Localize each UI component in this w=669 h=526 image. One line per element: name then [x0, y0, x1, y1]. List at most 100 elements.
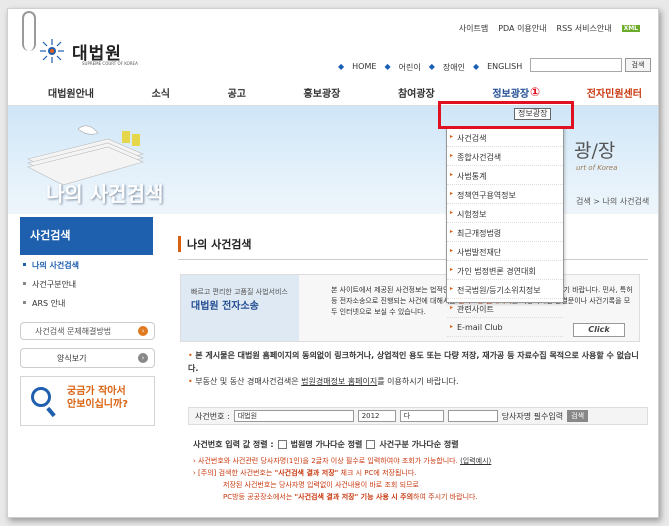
left-sidebar: 사건검색 나의 사건검색 사건구분안내 ARS 안내 사건검색 문제해결방법 ›…	[20, 217, 155, 426]
auction-link[interactable]: 법원경매정보 홈페이지	[301, 377, 377, 386]
nav-news[interactable]: 소식	[152, 85, 170, 105]
caution-keyword-3: "사건검색 결과 저장" 기능 사용 시 주의	[294, 493, 414, 501]
troubleshoot-label: 사건검색 문제해결방법	[35, 327, 112, 336]
case-search-button[interactable]: 검색	[567, 410, 589, 422]
search-input[interactable]	[530, 58, 622, 72]
e-litigation-promo[interactable]: 빠르고 편리한 고품질 사법서비스 대법원 전자소송	[181, 275, 299, 341]
breadcrumb: 검색 > 나의 사건검색	[576, 197, 650, 206]
court-select[interactable]: 대법원	[233, 410, 354, 422]
topnav-disabled[interactable]: 장애인	[443, 62, 465, 73]
court-emblem-icon	[40, 39, 64, 63]
caution-text-3b: 하여 주시기 바랍니다.	[413, 493, 478, 501]
magnifier-icon	[31, 387, 51, 407]
pda-link[interactable]: PDA 이용안내	[498, 23, 546, 34]
sort-type-checkbox[interactable]	[366, 440, 376, 449]
forms-label: 양식보기	[57, 354, 87, 363]
topnav-kids[interactable]: 어린이	[399, 62, 421, 73]
banner-title: 광/장	[574, 140, 616, 162]
sidebar-item-ars[interactable]: ARS 안내	[20, 293, 153, 312]
click-button[interactable]: Click	[573, 323, 625, 337]
banner-label: 나의 사건검색	[46, 182, 164, 206]
notice-copyright: • 본 게시물은 대법원 홈페이지의 동의없이 링크하거나, 상업적인 용도 또…	[188, 351, 639, 373]
sitemap-link[interactable]: 사이트맵	[459, 23, 488, 34]
caution-keyword-1: "사건검색 결과 저장"	[274, 469, 339, 477]
forms-button[interactable]: 양식보기 ›	[20, 348, 155, 368]
input-requirement-text: 사건번호와 사건관련 당사자명(1인)을 2글자 이상 필수로 입력하여야 조회…	[198, 457, 461, 465]
nav-participation[interactable]: 참여광장	[398, 85, 435, 105]
bullet-icon: ◆	[428, 62, 435, 71]
dropdown-item-foundation[interactable]: 사법발전재단	[447, 242, 563, 261]
help-line-2: 안보이십니까?	[67, 399, 129, 410]
nav-e-civil[interactable]: 전자민원센터	[587, 85, 642, 105]
caution-line-3: PC방등 공공장소에서는 "사건검색 결과 저장" 기능 사용 시 주의하여 주…	[193, 491, 643, 503]
bullet-icon: ◆	[338, 62, 345, 71]
notice-copyright-text: 본 게시물은 대법원 홈페이지의 동의없이 링크하거나, 상업적인 용도 또는 …	[188, 351, 639, 373]
sort-label: 사건번호 입력 값 정렬 :	[193, 440, 274, 449]
dropdown-item-locations[interactable]: 전국법원/등기소위치정보	[447, 280, 563, 299]
sort-court-checkbox[interactable]	[277, 440, 287, 449]
case-number-label: 사건번호 :	[195, 411, 230, 421]
browser-frame: 사이트맵 PDA 이용안내 RSS 서비스안내 XML 대법원 SUPREME …	[7, 8, 659, 518]
sort-court-label: 법원명 가나다순 정렬	[290, 440, 363, 449]
sidebar-item-case-type[interactable]: 사건구분안내	[20, 274, 153, 293]
topnav-home[interactable]: HOME	[352, 62, 376, 73]
highlight-box	[438, 101, 574, 129]
year-select[interactable]: 2012	[357, 410, 396, 422]
case-type-select[interactable]: 다	[399, 410, 444, 422]
step-marker: ①	[530, 85, 541, 99]
title-divider	[178, 259, 648, 260]
caution-text-1: 검색한 사건번호는	[218, 469, 275, 477]
dropdown-item-exam-info[interactable]: 시험정보	[447, 204, 563, 223]
notice-auction-tail: 를 이용하시기 바랍니다.	[377, 377, 459, 386]
topnav-english[interactable]: ENGLISH	[487, 62, 522, 73]
sort-options: 사건번호 입력 값 정렬 : 법원명 가나다순 정렬 사건구분 가나다순 정렬	[193, 439, 459, 450]
e-litigation-banner: 빠르고 편리한 고품질 사법서비스 대법원 전자소송 본 사이트에서 제공된 사…	[180, 274, 640, 342]
dropdown-item-case-search[interactable]: 사건검색	[447, 128, 563, 147]
site-logo[interactable]: 대법원 SUPREME COURT OF KOREA	[38, 37, 138, 66]
tooltip: 정보광장	[514, 108, 552, 120]
info-plaza-dropdown: 사건검색 종합사건검색 사법통계 정책연구용역정보 시험정보 최근개정법령 사법…	[446, 127, 564, 337]
dropdown-item-related-sites[interactable]: 관련사이트	[447, 299, 563, 318]
sidebar-item-my-case[interactable]: 나의 사건검색	[20, 255, 153, 274]
case-search-form: 사건번호 : 대법원 2012 다 당사자명 필수입력 검색	[188, 407, 648, 425]
arrow-right-icon: ›	[138, 353, 148, 363]
notice-auction-text: 부동산 및 동산 경매사건검색은	[195, 377, 302, 386]
caution-text-3: PC방등 공공장소에서는	[223, 493, 295, 501]
dropdown-item-statistics[interactable]: 사법통계	[447, 166, 563, 185]
dropdown-item-policy-research[interactable]: 정책연구용역정보	[447, 185, 563, 204]
dropdown-item-email-club[interactable]: E-mail Club	[447, 318, 563, 337]
party-name-label: 당사자명 필수입력	[501, 411, 564, 421]
input-requirement: › 사건번호와 사건관련 당사자명(1인)을 2글자 이상 필수로 입력하여야 …	[193, 457, 492, 465]
help-text: 궁금가 작아서 안보이십니까?	[67, 385, 128, 411]
rss-link[interactable]: RSS 서비스안내	[557, 23, 612, 34]
logo-title: 대법원	[72, 43, 122, 64]
caution-line-1: › [주의] 검색한 사건번호는 "사건검색 결과 저장" 체크 시 PC에 저…	[193, 469, 417, 477]
help-line-1: 궁금가 작아서	[67, 386, 126, 397]
sort-type-label: 사건구분 가나다순 정렬	[379, 440, 459, 449]
dropdown-item-moot-court[interactable]: 가인 법정변론 경연대회	[447, 261, 563, 280]
bullet-icon: ◆	[472, 62, 480, 71]
dropdown-item-revised-laws[interactable]: 최근개정법령	[447, 223, 563, 242]
logo-subtitle: SUPREME COURT OF KOREA	[82, 61, 138, 66]
caution-text-1b: 체크 시 PC에 저장됩니다.	[338, 469, 417, 477]
dropdown-item-integrated-search[interactable]: 종합사건검색	[447, 147, 563, 166]
case-number-input[interactable]	[447, 410, 498, 422]
nav-pr[interactable]: 홍보광장	[304, 85, 341, 105]
bullet-icon: ◆	[384, 62, 391, 71]
notices: • 본 게시물은 대법원 홈페이지의 동의없이 링크하거나, 상업적인 용도 또…	[188, 349, 643, 388]
notice-auction: • 부동산 및 동산 경매사건검색은 법원경매정보 홈페이지를 이용하시기 바랍…	[188, 377, 459, 386]
caution-notes: › 사건번호와 사건관련 당사자명(1인)을 2글자 이상 필수로 입력하여야 …	[193, 455, 643, 503]
troubleshoot-button[interactable]: 사건검색 문제해결방법 ›	[20, 322, 155, 340]
caution-line-2: 저장된 사건번호는 당사자명 입력없이 사건내용이 바로 조회 되므로	[223, 481, 419, 489]
text-size-help[interactable]: 궁금가 작아서 안보이십니까?	[20, 376, 155, 426]
nav-about[interactable]: 대법원안내	[48, 85, 94, 105]
promo-tagline: 빠르고 편리한 고품질 사법서비스	[191, 288, 288, 296]
nav-notice[interactable]: 공고	[228, 85, 246, 105]
arrow-right-icon: ›	[138, 326, 148, 336]
paperclip-icon	[22, 11, 36, 51]
input-example-link[interactable]: (입력예시)	[460, 457, 491, 465]
top-nav: ◆ HOME ◆ 어린이 ◆ 장애인 ◆ ENGLISH	[338, 62, 522, 73]
banner-subtitle: urt of Korea	[576, 164, 618, 172]
xml-badge: XML	[621, 25, 640, 32]
search-button[interactable]: 검색	[625, 58, 651, 72]
